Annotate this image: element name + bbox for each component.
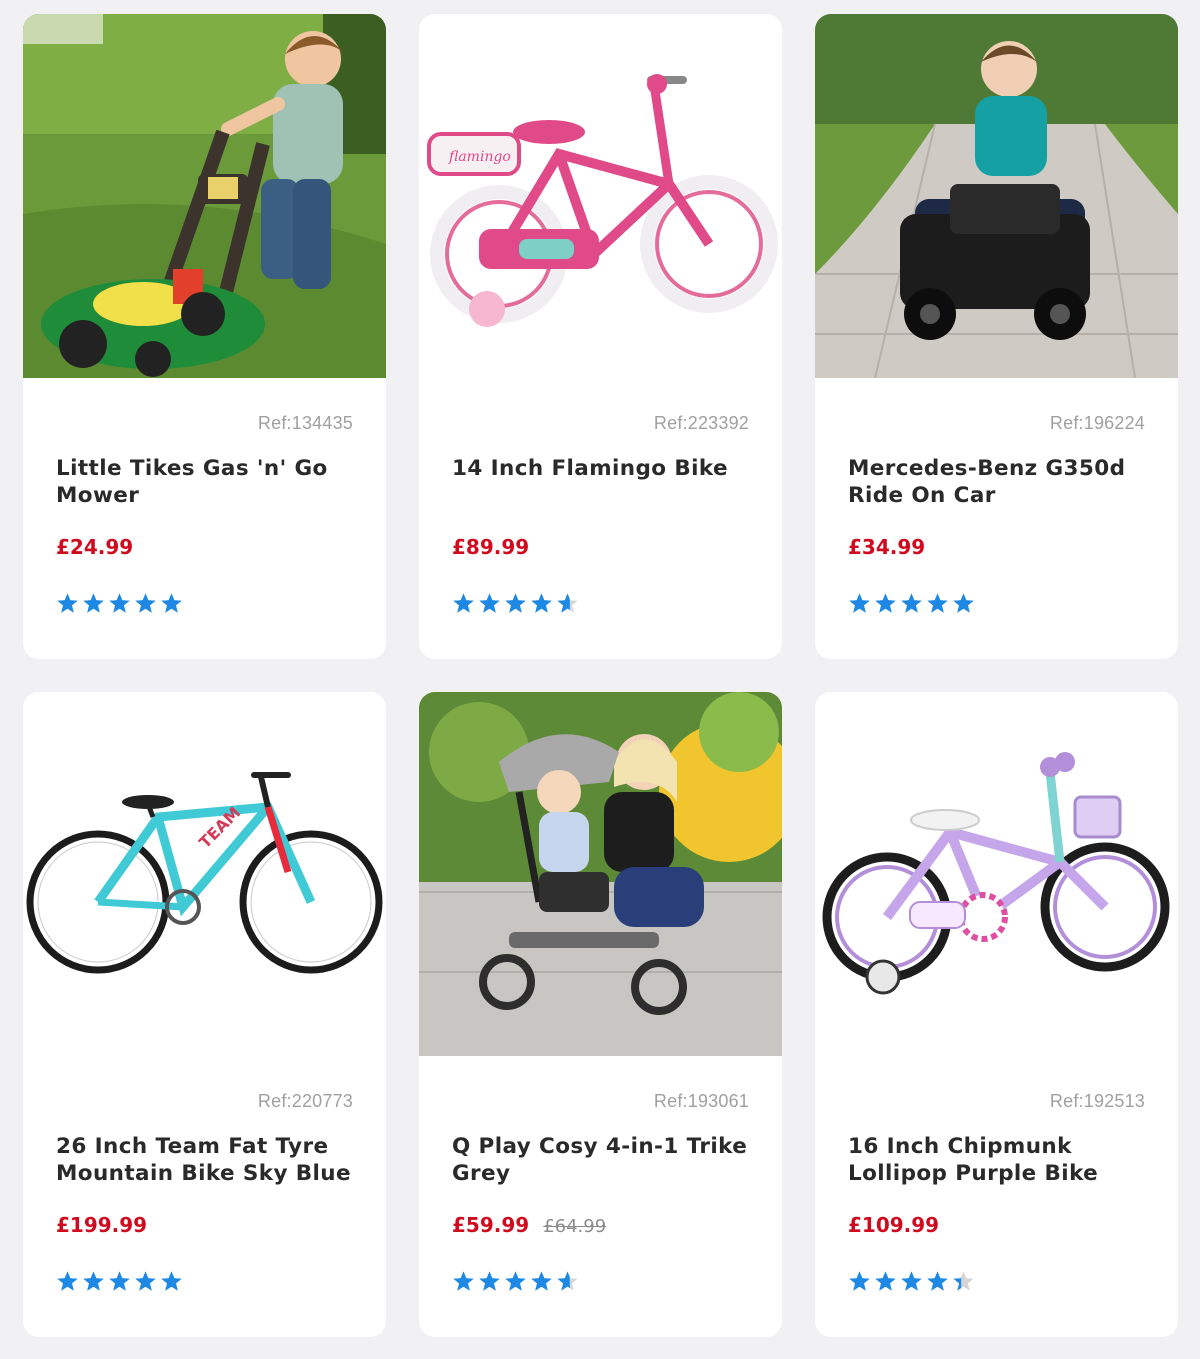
star-icon (927, 593, 948, 613)
price-row: £89.99 (452, 535, 543, 559)
product-card[interactable]: Ref:134435 Little Tikes Gas 'n' Go Mower… (23, 14, 386, 659)
star-icon (557, 593, 578, 613)
price-row: £34.99 (848, 535, 939, 559)
ride-on-car-photo (815, 14, 1178, 378)
star-icon (927, 1271, 948, 1291)
product-card[interactable]: Ref:196224 Mercedes-Benz G350d Ride On C… (815, 14, 1178, 659)
product-ref: Ref:134435 (257, 413, 353, 433)
star-icon (901, 1271, 922, 1291)
svg-text:flamingo: flamingo (448, 149, 511, 165)
rating-stars (848, 592, 975, 618)
product-price: £24.99 (56, 535, 134, 559)
star-icon (953, 1271, 974, 1291)
price-row: £24.99 (56, 535, 147, 559)
price-row: £199.99 (56, 1213, 161, 1237)
product-image[interactable] (419, 692, 782, 1056)
star-icon (109, 1271, 130, 1291)
product-ref: Ref:196224 (1049, 413, 1145, 433)
star-icon (83, 593, 104, 613)
product-ref: Ref:192513 (1049, 1091, 1145, 1111)
product-old-price: £64.99 (543, 1216, 607, 1237)
star-icon (161, 593, 182, 613)
star-icon (531, 593, 552, 613)
star-icon (453, 1271, 474, 1291)
product-title[interactable]: Mercedes-Benz G350d Ride On Car (848, 455, 1148, 509)
star-icon (953, 593, 974, 613)
rating-stars (452, 1270, 579, 1296)
product-card[interactable]: flamingo Ref:223392 14 Inch Flamingo Bik… (419, 14, 782, 659)
mountain-bike-photo: TEAM (23, 692, 386, 1056)
product-title[interactable]: 14 Inch Flamingo Bike (452, 455, 752, 482)
product-price: £59.99 (452, 1213, 530, 1237)
star-icon (109, 593, 130, 613)
star-icon (83, 1271, 104, 1291)
product-title[interactable]: 16 Inch Chipmunk Lollipop Purple Bike (848, 1133, 1148, 1187)
star-icon (505, 1271, 526, 1291)
product-card[interactable]: Ref:192513 16 Inch Chipmunk Lollipop Pur… (815, 692, 1178, 1337)
star-icon (161, 1271, 182, 1291)
product-title[interactable]: 26 Inch Team Fat Tyre Mountain Bike Sky … (56, 1133, 356, 1187)
flamingo-bike-photo: flamingo (419, 14, 782, 378)
product-ref: Ref:193061 (653, 1091, 749, 1111)
product-price: £89.99 (452, 535, 530, 559)
product-price: £199.99 (56, 1213, 148, 1237)
rating-stars (56, 592, 183, 618)
star-icon (479, 1271, 500, 1291)
star-icon (849, 593, 870, 613)
star-icon (531, 1271, 552, 1291)
star-icon (849, 1271, 870, 1291)
product-image[interactable] (815, 692, 1178, 1056)
product-title[interactable]: Little Tikes Gas 'n' Go Mower (56, 455, 356, 509)
star-icon (875, 1271, 896, 1291)
rating-stars (848, 1270, 975, 1296)
product-ref: Ref:220773 (257, 1091, 353, 1111)
star-icon (453, 593, 474, 613)
product-image[interactable]: flamingo (419, 14, 782, 378)
product-title[interactable]: Q Play Cosy 4-in-1 Trike Grey (452, 1133, 752, 1187)
price-row: £109.99 (848, 1213, 953, 1237)
star-icon (505, 593, 526, 613)
product-image[interactable] (23, 14, 386, 378)
star-icon (557, 1271, 578, 1291)
price-row: £59.99 £64.99 (452, 1213, 606, 1237)
product-card[interactable]: TEAM Ref:220773 26 Inch Team Fat Tyre Mo… (23, 692, 386, 1337)
star-icon (135, 1271, 156, 1291)
star-icon (875, 593, 896, 613)
product-image[interactable] (815, 14, 1178, 378)
product-price: £109.99 (848, 1213, 940, 1237)
star-icon (479, 593, 500, 613)
lawn-mower-photo (23, 14, 386, 378)
rating-stars (56, 1270, 183, 1296)
product-card[interactable]: Ref:193061 Q Play Cosy 4-in-1 Trike Grey… (419, 692, 782, 1337)
product-ref: Ref:223392 (653, 413, 749, 433)
product-image[interactable]: TEAM (23, 692, 386, 1056)
star-icon (135, 593, 156, 613)
product-price: £34.99 (848, 535, 926, 559)
star-icon (57, 1271, 78, 1291)
trike-photo (419, 692, 782, 1056)
chipmunk-bike-photo (815, 692, 1178, 1056)
rating-stars (452, 592, 579, 618)
star-icon (57, 593, 78, 613)
product-grid: Ref:134435 Little Tikes Gas 'n' Go Mower… (23, 14, 1179, 1337)
star-icon (901, 593, 922, 613)
